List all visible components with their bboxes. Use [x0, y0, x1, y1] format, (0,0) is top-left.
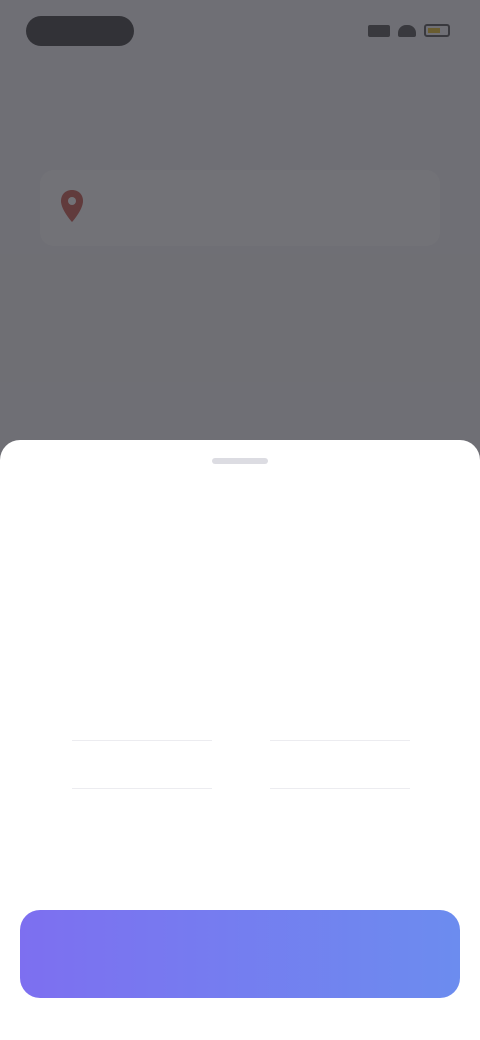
- picker-selection-line: [270, 788, 410, 789]
- bottom-sheet: [0, 440, 480, 1040]
- confirm-button[interactable]: [20, 910, 460, 998]
- picker-selection-line: [72, 740, 212, 741]
- picker-selection-line: [72, 788, 212, 789]
- left-picker-wheel[interactable]: [72, 640, 212, 890]
- app-screen: [0, 0, 480, 1040]
- right-picker-wheel[interactable]: [270, 640, 410, 890]
- sheet-drag-handle[interactable]: [212, 458, 268, 464]
- picker-selection-line: [270, 740, 410, 741]
